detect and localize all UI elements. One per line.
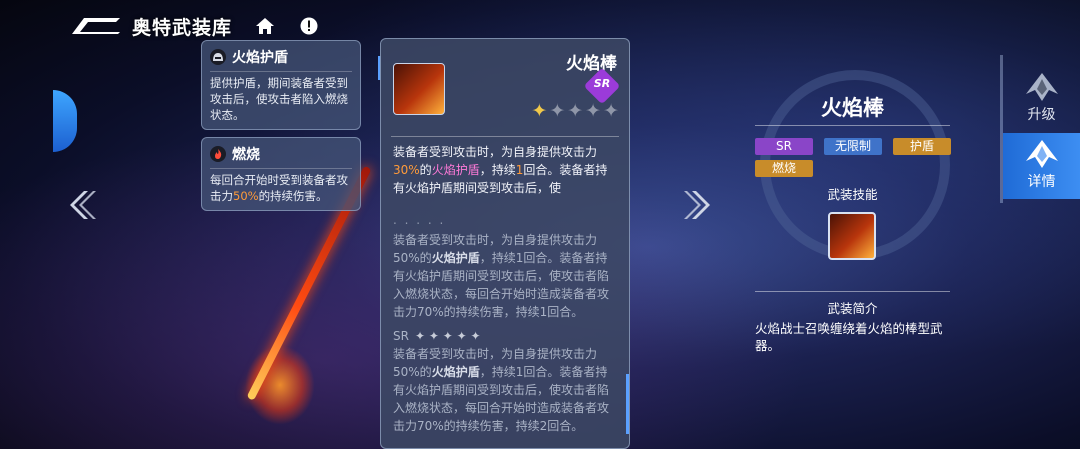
skill-desc: 提供护盾，期间装备者受到攻击后，使攻击者陷入燃烧状态。	[210, 71, 352, 123]
tab-label: 详情	[1027, 174, 1056, 190]
tag-unlimited: 无限制	[824, 138, 882, 155]
back-icon[interactable]	[70, 16, 122, 36]
side-badge-icon[interactable]	[53, 90, 77, 152]
star-icon: ✦	[531, 100, 548, 122]
rarity-label: SR	[593, 77, 611, 90]
skill-desc-percent: 50%	[233, 189, 259, 203]
effect-text: ，持续	[479, 163, 516, 177]
weapon-effect: 装备者受到攻击时，为自身提供攻击力30%的火焰护盾，持续1回合。装备者持有火焰护…	[393, 143, 617, 197]
divider	[755, 291, 950, 292]
detail-title: 火焰棒	[821, 96, 884, 120]
sr-star-row: SR ✦ ✦ ✦ ✦ ✦	[393, 327, 617, 345]
star-icon: ✦	[585, 100, 602, 122]
effect-keyword: 火焰护盾	[431, 251, 480, 265]
tag-burn: 燃烧	[755, 160, 813, 177]
tab-label: 升级	[1027, 107, 1056, 123]
scrollbar[interactable]	[626, 374, 629, 434]
effect-keyword: 火焰护盾	[431, 163, 480, 177]
skill-section-label: 武装技能	[827, 187, 878, 202]
effect-percent: 30%	[393, 163, 420, 177]
next-arrow-icon[interactable]	[684, 188, 714, 222]
sr-label: SR	[393, 329, 409, 343]
effect-text: 的	[419, 163, 432, 177]
skill-desc-text: 的持续伤害。	[258, 189, 328, 203]
skill-card-fire-shield: 火焰护盾 提供护盾，期间装备者受到攻击后，使攻击者陷入燃烧状态。	[201, 40, 361, 130]
ultra-crest-icon	[1025, 72, 1059, 102]
upgrade-effect-1: 装备者受到攻击时，为自身提供攻击力50%的火焰护盾，持续1回合。装备者持有火焰护…	[393, 231, 617, 321]
weapon-intro: 火焰战士召唤缠绕着火焰的棒型武器。	[755, 321, 943, 353]
weapon-icon	[393, 63, 445, 115]
upgrade-effect-2: 装备者受到攻击时，为自身提供攻击力50%的火焰护盾，持续1回合。装备者持有火焰护…	[393, 345, 617, 435]
skill-desc: 每回合开始时受到装备者攻击力50%的持续伤害。	[210, 168, 352, 204]
info-icon[interactable]	[298, 15, 320, 37]
home-icon[interactable]	[254, 15, 276, 37]
weapon-detail-panel[interactable]: 火焰棒 SR ✦ ✦ ✦ ✦ ✦ 装备者受到攻击时，为自身提供攻击力30%的火焰…	[380, 38, 630, 449]
star-icon: ✦ ✦ ✦ ✦ ✦	[414, 329, 481, 343]
effect-keyword: 火焰护盾	[431, 365, 480, 379]
ultra-crest-icon	[1025, 139, 1059, 169]
skill-card-burn: 燃烧 每回合开始时受到装备者攻击力50%的持续伤害。	[201, 137, 361, 211]
weapon-name: 火焰棒	[566, 54, 617, 74]
tag-shield: 护盾	[893, 138, 951, 155]
star-icon: ✦	[549, 100, 566, 122]
flame-icon	[210, 146, 226, 162]
prev-arrow-icon[interactable]	[66, 188, 96, 222]
helmet-icon	[210, 49, 226, 65]
skill-name: 燃烧	[232, 147, 260, 163]
star-icon: ✦	[603, 100, 619, 122]
star-icon: ✦	[567, 100, 584, 122]
star-rating: ✦ ✦ ✦ ✦ ✦	[531, 101, 619, 121]
intro-section-label: 武装简介	[827, 301, 878, 316]
tag-rarity: SR	[755, 138, 813, 155]
tab-upgrade[interactable]: 升级	[1003, 66, 1080, 128]
tab-details[interactable]: 详情	[1003, 133, 1080, 199]
divider	[755, 125, 950, 126]
skill-name: 火焰护盾	[232, 50, 288, 66]
top-bar: 奥特武装库	[70, 10, 320, 42]
weapon-upgrade-effects: . . . . . 装备者受到攻击时，为自身提供攻击力50%的火焰护盾，持续1回…	[393, 211, 617, 435]
weapon-skill-icon[interactable]	[828, 212, 876, 260]
divider	[391, 136, 619, 137]
effect-text: 装备者受到攻击时，为自身提供攻击力	[393, 145, 598, 159]
page-title: 奥特武装库	[132, 16, 233, 39]
dots: . . . . .	[393, 213, 446, 227]
